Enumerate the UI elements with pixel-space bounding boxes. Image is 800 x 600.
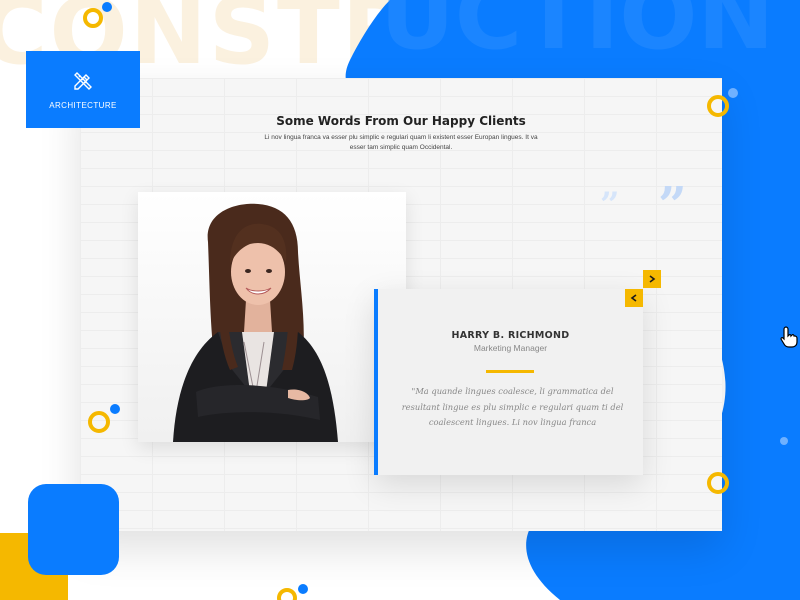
section-subtitle: Li nov lingua franca va esser plu simpli… [264, 134, 538, 151]
decor-blue-dot [110, 404, 120, 414]
decor-blue-dot [298, 584, 308, 594]
testimonial-card: HARRY B. RICHMOND Marketing Manager "Ma … [374, 289, 643, 475]
decor-yellow-ring [83, 8, 103, 28]
architecture-label: ARCHITECTURE [49, 101, 117, 110]
testimonial-quote: "Ma quande lingues coalesce, li grammati… [401, 386, 624, 427]
client-name: HARRY B. RICHMOND [451, 330, 570, 341]
svg-text:UCTION: UCTION [380, 0, 774, 70]
divider-line [486, 370, 534, 373]
client-role: Marketing Manager [473, 343, 548, 353]
pencil-ruler-icon [74, 72, 92, 90]
decor-yellow-ring [707, 472, 729, 494]
chevron-left-icon [630, 294, 637, 302]
decor-yellow-ring [88, 411, 110, 433]
client-portrait-image [173, 203, 338, 442]
chevron-right-icon [649, 275, 656, 283]
previous-testimonial-button[interactable] [625, 289, 643, 307]
decor-blue-dot [728, 88, 738, 98]
quote-mark-icon: ” [658, 175, 687, 234]
client-photo [138, 192, 406, 442]
decor-blue-dot [780, 437, 788, 445]
section-title: Some Words From Our Happy Clients [276, 114, 526, 128]
screenshot-stage: CONSTRUCTION UCTION Some Words From Our … [0, 0, 800, 600]
architecture-category-tile[interactable]: ARCHITECTURE [26, 51, 140, 128]
next-testimonial-button[interactable] [643, 270, 661, 288]
hand-pointer-icon [780, 326, 798, 348]
testimonials-section-card: Some Words From Our Happy Clients Li nov… [80, 78, 722, 531]
decor-yellow-ring [707, 95, 729, 117]
decor-blue-rounded-square [28, 484, 119, 575]
decor-blue-dot [102, 2, 112, 12]
quote-mark-icon: ” [600, 185, 620, 225]
